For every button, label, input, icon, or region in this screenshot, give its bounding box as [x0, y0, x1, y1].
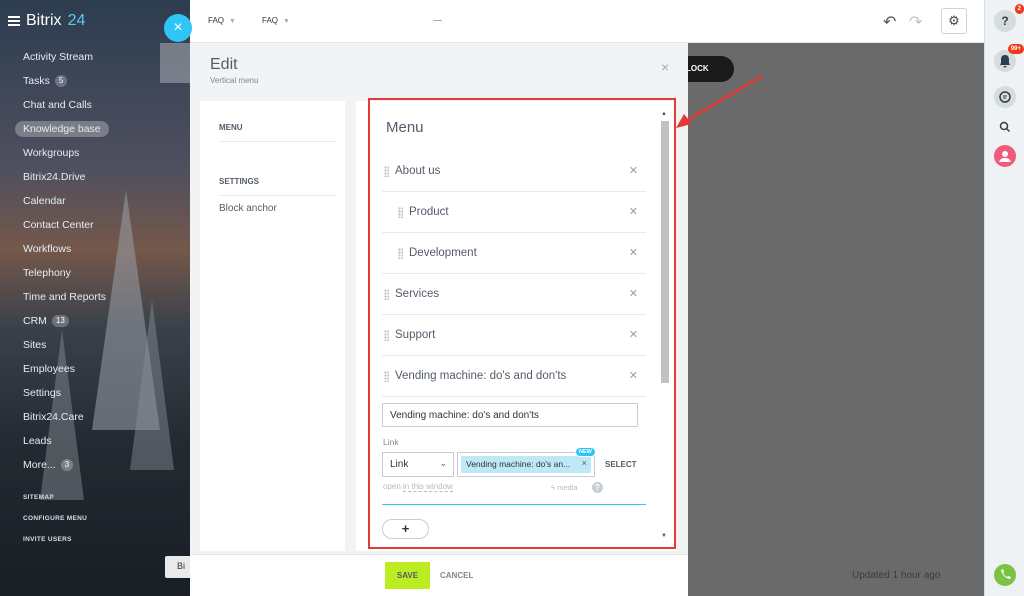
breadcrumb-page[interactable]: FAQ ▼ [208, 16, 236, 25]
sidebar-footer-link[interactable]: CONFIGURE MENU [23, 515, 87, 536]
user-avatar[interactable] [994, 145, 1016, 167]
sidebar-item-counter: 3 [60, 459, 74, 472]
sidebar-item-label: Bitrix24.Drive [23, 171, 86, 183]
sidebar-item[interactable]: Workflows [23, 238, 109, 262]
question-icon: ? [1001, 14, 1009, 28]
bitrix-logo[interactable]: Bitrix 24 [8, 12, 85, 30]
undo-icon[interactable]: ↶ [883, 12, 896, 32]
dialog-nav: MENU SETTINGS Block anchor [200, 101, 345, 551]
sidebar-nav: Activity Stream Tasks 5 Chat and Calls Knowl… [15, 46, 109, 478]
search-button[interactable] [994, 116, 1016, 138]
user-icon [999, 151, 1011, 162]
highlight-box [368, 98, 676, 549]
sidebar-item-label: Time and Reports [23, 291, 107, 303]
sidebar-footer-link[interactable]: SITEMAP [23, 494, 87, 515]
sidebar-item-label: Activity Stream [23, 51, 94, 63]
sidebar-item-label: Settings [23, 387, 61, 399]
caret-down-icon: ▼ [283, 18, 290, 25]
sidebar-item[interactable]: Calendar [23, 190, 109, 214]
messenger-button[interactable] [994, 86, 1016, 108]
close-slider-button[interactable]: × [164, 14, 192, 42]
sidebar-item-label: CRM [23, 315, 47, 327]
breadcrumb-separator [433, 20, 442, 21]
editor-toolbar: FAQ ▼ FAQ ▼ ↶ ↷ ⚙ [190, 0, 984, 43]
sidebar-item[interactable]: Employees [23, 358, 109, 382]
cancel-button[interactable]: CANCEL [440, 571, 473, 580]
help-badge: 2 [1014, 4, 1024, 14]
sidebar-item[interactable]: Workgroups [23, 142, 109, 166]
sidebar-item[interactable]: Time and Reports [23, 286, 109, 310]
sidebar-footer-links: SITEMAP CONFIGURE MENU INVITE USERS [23, 494, 87, 557]
settings-gear-button[interactable]: ⚙ [941, 8, 967, 34]
sidebar-item[interactable]: Chat and Calls [23, 94, 109, 118]
sidebar-item[interactable]: CRM 13 [23, 310, 109, 334]
background-block [160, 43, 190, 83]
sidebar-item[interactable]: Tasks 5 [23, 70, 109, 94]
dialog-subtitle: Vertical menu [210, 76, 259, 85]
sidebar-item-counter: 5 [54, 75, 68, 88]
caret-down-icon: ▼ [229, 18, 236, 25]
sidebar-item-label: Chat and Calls [23, 99, 92, 111]
sidebar-item-label: Telephony [23, 267, 71, 279]
sidebar-footer-link[interactable]: INVITE USERS [23, 536, 87, 557]
chat-icon [999, 91, 1011, 103]
arrow-icon [676, 74, 763, 128]
logo-text: Bitrix [26, 12, 62, 29]
phone-button[interactable] [994, 564, 1016, 586]
sidebar-item-label: Workgroups [23, 147, 80, 159]
sidebar-item[interactable]: Leads [23, 430, 109, 454]
sidebar-item[interactable]: Bitrix24.Care [23, 406, 109, 430]
sidebar-item[interactable]: Settings [23, 382, 109, 406]
sidebar-item[interactable]: Telephony [23, 262, 109, 286]
nav-section-menu[interactable]: MENU [219, 123, 336, 142]
sidebar-item-label: More... [23, 459, 56, 471]
sidebar-item[interactable]: Knowledge base [15, 118, 109, 142]
redo-icon[interactable]: ↷ [909, 12, 922, 32]
sidebar-item-label: Knowledge base [15, 121, 109, 137]
hamburger-icon[interactable] [8, 16, 20, 26]
close-icon[interactable]: × [661, 59, 669, 75]
save-button[interactable]: SAVE [385, 562, 430, 589]
dialog-footer: SAVE CANCEL [190, 554, 688, 596]
phone-icon [1001, 569, 1011, 579]
sidebar-item-label: Employees [23, 363, 75, 375]
sidebar-item-counter: 13 [51, 315, 69, 328]
sidebar-item-label: Sites [23, 339, 47, 351]
left-sidebar: Bitrix 24 Activity Stream Tasks 5 Chat and … [0, 0, 190, 596]
sidebar-item[interactable]: Contact Center [23, 214, 109, 238]
notifications-button[interactable]: 99+ [994, 44, 1024, 72]
right-toolbar: ? 2 99+ [984, 0, 1024, 596]
help-button[interactable]: ? 2 [994, 4, 1024, 32]
updated-status: Updated 1 hour ago [852, 570, 941, 581]
sidebar-item[interactable]: Bitrix24.Drive [23, 166, 109, 190]
sidebar-item-label: Bitrix24.Care [23, 411, 84, 423]
nav-block-anchor[interactable]: Block anchor [219, 203, 277, 214]
logo-text-24: 24 [67, 12, 86, 29]
sidebar-item[interactable]: Activity Stream [23, 46, 109, 70]
sidebar-item[interactable]: More... 3 [23, 454, 109, 478]
nav-section-settings[interactable]: SETTINGS [219, 177, 336, 196]
sidebar-item[interactable]: Sites [23, 334, 109, 358]
notifications-badge: 99+ [1007, 44, 1024, 54]
breadcrumb-site[interactable]: FAQ ▼ [262, 16, 290, 25]
sidebar-item-label: Contact Center [23, 219, 94, 231]
sidebar-item-label: Leads [23, 435, 52, 447]
dialog-title: Edit [210, 56, 238, 73]
search-icon [999, 121, 1011, 133]
sidebar-item-label: Workflows [23, 243, 72, 255]
sidebar-item-label: Tasks [23, 75, 50, 87]
sidebar-item-label: Calendar [23, 195, 66, 207]
